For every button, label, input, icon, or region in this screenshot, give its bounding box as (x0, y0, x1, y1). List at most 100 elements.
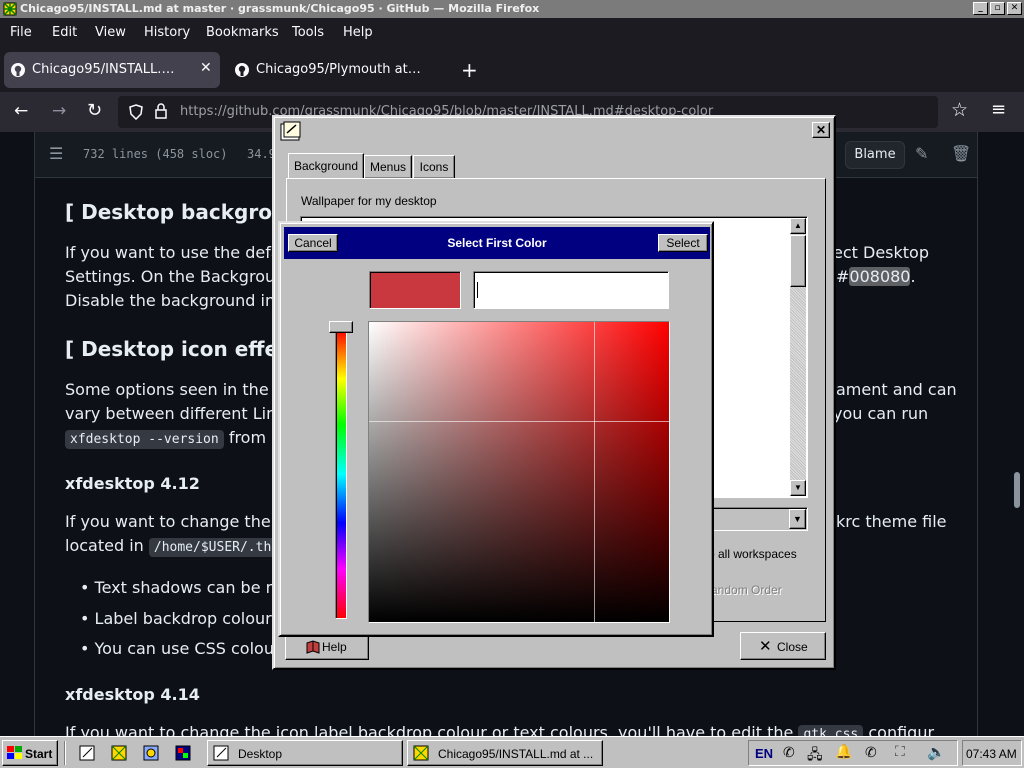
appearance-quick-icon[interactable] (174, 744, 192, 762)
help-book-icon (306, 640, 320, 654)
menu-edit[interactable]: Edit (52, 25, 77, 40)
color-picker-dialog: Cancel Select First Color Select (278, 221, 714, 637)
sv-crosshair-vertical (594, 322, 595, 622)
clock-box: 07:43 AM (962, 740, 1022, 766)
tab-background[interactable]: Background (288, 153, 364, 179)
cancel-button[interactable]: Cancel (288, 234, 338, 252)
minimize-button[interactable]: _ (973, 2, 988, 15)
tab-install-md[interactable]: Chicago95/INSTALL.md at master ✕ (4, 52, 220, 88)
color-code-text: #008080. (836, 267, 916, 286)
settings-quick-icon[interactable] (142, 744, 160, 762)
clock[interactable]: 07:43 AM (966, 747, 1017, 761)
help-button[interactable]: Help (285, 634, 369, 660)
close-label: Close (777, 640, 808, 654)
tab-menus[interactable]: Menus (364, 155, 412, 179)
style-dropdown[interactable]: ▼ (708, 507, 808, 531)
paragraph-text: ament and can (836, 380, 957, 399)
file-stats: 732 lines (458 sloc) (83, 147, 228, 161)
paragraph-text: ect Desktop (833, 243, 929, 262)
start-button[interactable]: Start (2, 740, 58, 766)
hex-input[interactable] (473, 271, 669, 309)
inline-code: gtk.css (798, 725, 864, 736)
tab-label: Chicago95/Plymouth at master (256, 62, 424, 77)
notification-bell-icon[interactable]: 🔔 (835, 744, 852, 760)
close-window-button[interactable]: ✕ (1007, 2, 1022, 15)
hue-slider-handle[interactable] (329, 321, 353, 333)
saturation-value-pad[interactable] (368, 321, 670, 623)
task-label: Chicago95/INSTALL.md at ... (438, 747, 594, 761)
desktop-settings-quick-icon[interactable] (78, 744, 96, 762)
wallpaper-scrollbar[interactable]: ▲ ▼ (790, 218, 806, 496)
close-x-icon: ✕ (759, 638, 772, 655)
menu-tools[interactable]: Tools (292, 25, 324, 40)
random-order-label: andom Order (711, 583, 782, 597)
github-icon (11, 63, 25, 77)
close-dialog-button[interactable]: ✕ (812, 122, 830, 138)
inline-code: /home/$USER/.the (148, 538, 285, 557)
blame-button[interactable]: Blame (845, 141, 905, 169)
menu-bookmarks[interactable]: Bookmarks (206, 25, 279, 40)
page-scrollbar-thumb[interactable] (1014, 472, 1020, 508)
paragraph-text: you can run (833, 404, 929, 423)
menu-file[interactable]: File (10, 25, 32, 40)
paragraph-text: located in (65, 536, 144, 555)
shield-icon (129, 104, 143, 120)
phone-icon[interactable]: ✆ (783, 745, 795, 761)
system-tray: EN ✆ 🖧 🔔 ✆ ⛶ 🔈 (748, 740, 958, 766)
app-menu-icon[interactable]: ≡ (991, 99, 1006, 120)
chevron-down-icon[interactable]: ▼ (789, 509, 806, 529)
tab-label: Chicago95/INSTALL.md at master (32, 62, 184, 77)
tab-plymouth[interactable]: Chicago95/Plymouth at master (228, 52, 454, 88)
task-firefox[interactable]: Chicago95/INSTALL.md at ... (407, 740, 603, 766)
start-label: Start (25, 747, 53, 761)
network-status-icon[interactable]: ⛶ (895, 744, 905, 760)
firefox-task-icon (413, 745, 429, 761)
hue-slider[interactable] (335, 329, 347, 619)
text-cursor (477, 282, 478, 298)
color-dialog-titlebar: Cancel Select First Color Select (284, 227, 710, 259)
edit-pencil-icon[interactable]: ✎ (915, 144, 928, 163)
delete-icon[interactable]: 🗑 (951, 144, 971, 163)
forward-icon[interactable]: → (52, 101, 66, 121)
apply-all-workspaces-label[interactable]: o all workspaces (708, 547, 797, 561)
desktop-task-icon (213, 745, 229, 761)
outline-icon[interactable]: ☰ (49, 144, 63, 163)
lock-icon (155, 103, 167, 119)
paragraph-text: Settings. On the Background (65, 267, 296, 286)
menu-help[interactable]: Help (343, 25, 373, 40)
paragraph-text: krc theme file (836, 512, 947, 531)
scroll-up-button[interactable]: ▲ (790, 218, 806, 234)
scroll-down-button[interactable]: ▼ (790, 480, 806, 496)
menu-view[interactable]: View (95, 25, 126, 40)
network-icon[interactable]: 🖧 (807, 744, 823, 768)
task-desktop[interactable]: Desktop (207, 740, 403, 766)
heading-xfdesktop-412: xfdesktop 4.12 (65, 474, 200, 493)
hash-text: # (836, 267, 850, 286)
app-icon (3, 2, 17, 16)
maximize-button[interactable]: ▫ (990, 2, 1005, 15)
new-tab-icon[interactable]: + (461, 58, 478, 82)
menu-history[interactable]: History (144, 25, 190, 40)
tab-icons[interactable]: Icons (413, 155, 455, 179)
paragraph-text: If you want to change the icon label bac… (65, 723, 794, 736)
bookmark-star-icon[interactable]: ☆ (951, 99, 968, 121)
paragraph-line: If you want to change the icon label bac… (65, 723, 955, 736)
volume-icon[interactable]: 🔈 (927, 743, 946, 761)
language-indicator[interactable]: EN (755, 746, 773, 761)
close-tab-icon[interactable]: ✕ (200, 60, 212, 76)
firefox-titlebar: Chicago95/INSTALL.md at master · grassmu… (0, 0, 1024, 18)
bluetooth-icon[interactable]: ✆ (865, 745, 877, 761)
highlighted-code: 008080 (849, 267, 911, 286)
color-preview-swatch (369, 271, 461, 309)
select-button[interactable]: Select (658, 234, 708, 252)
xfce-quick-icon[interactable] (110, 744, 128, 762)
back-icon[interactable]: ← (14, 101, 28, 121)
tab-bar: Chicago95/INSTALL.md at master ✕ Chicago… (0, 48, 1024, 92)
heading-xfdesktop-414: xfdesktop 4.14 (65, 685, 200, 704)
close-button[interactable]: ✕ Close (740, 632, 826, 660)
scroll-thumb[interactable] (790, 235, 806, 287)
windows-logo-icon (7, 746, 22, 759)
list-item: • Text shadows can be mo (80, 578, 291, 597)
inline-code: xfdesktop --version (65, 430, 224, 449)
reload-icon[interactable]: ↻ (87, 100, 102, 121)
